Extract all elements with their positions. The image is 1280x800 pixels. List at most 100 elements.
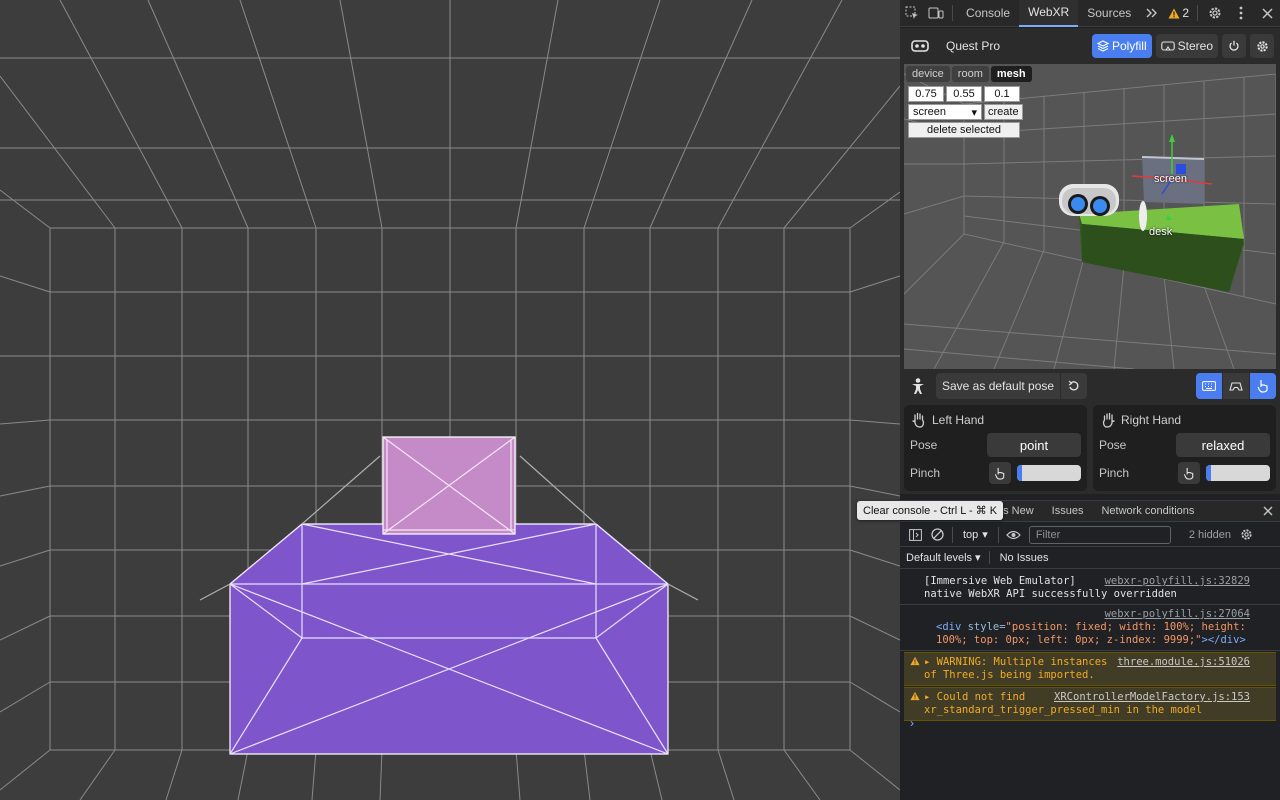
close-devtools-icon[interactable] [1254, 0, 1280, 26]
stereo-toggle-button[interactable]: Stereo [1155, 34, 1218, 58]
right-hand-title: Right Hand [1121, 413, 1182, 427]
scene-tab-room[interactable]: room [951, 66, 989, 82]
toolbar-divider [952, 526, 953, 543]
right-pinch-slider[interactable] [1206, 465, 1270, 481]
chevron-down-icon: ▾ [975, 552, 981, 564]
tab-webxr[interactable]: WebXR [1019, 0, 1079, 27]
more-options-icon[interactable] [1228, 0, 1254, 26]
close-drawer-icon[interactable] [1256, 506, 1280, 516]
mesh-height-input[interactable]: 0.55 [946, 86, 982, 102]
issues-status[interactable]: No Issues [990, 552, 1049, 564]
console-settings-gear-icon[interactable] [1235, 524, 1257, 546]
expand-triangle-icon[interactable]: ▸ [924, 656, 930, 668]
polyfill-toggle-button[interactable]: Polyfill [1091, 34, 1152, 58]
reset-icon [1068, 380, 1079, 391]
reset-pose-button[interactable] [1061, 373, 1088, 399]
delete-selected-button[interactable]: delete selected [908, 122, 1020, 138]
save-default-pose-button[interactable]: Save as default pose [936, 373, 1061, 399]
settings-gear-icon[interactable] [1202, 0, 1228, 26]
toolbar-divider [997, 526, 999, 543]
scene-tab-mesh[interactable]: mesh [990, 66, 1032, 82]
log-levels-dropdown[interactable]: Default levels ▾ [906, 551, 990, 564]
left-hand-title: Left Hand [932, 413, 985, 427]
screen-mesh-label: screen [1154, 173, 1188, 185]
console-prompt-caret[interactable]: › [910, 716, 914, 730]
tab-console[interactable]: Console [957, 0, 1019, 27]
xr-scene-preview[interactable]: device room mesh 0.75 0.55 0.1 screen ▾ … [904, 64, 1276, 369]
keyboard-mode-button[interactable] [1196, 373, 1222, 399]
devtools-toolbar: Console WebXR Sources 2 [900, 0, 1280, 27]
gamepad-icon [1229, 381, 1243, 391]
hand-pointer-icon [1257, 380, 1268, 393]
right-pinch-label: Pinch [1099, 466, 1130, 480]
warnings-counter[interactable]: 2 [1164, 6, 1193, 20]
message-source-link[interactable]: three.module.js:51026 [1117, 656, 1250, 669]
left-pinch-label: Pinch [910, 466, 941, 480]
context-value: top [963, 528, 979, 541]
console-message: webxr-polyfill.js:27064 <div style="posi… [900, 605, 1280, 651]
webxr-emulator-panel: Quest Pro Polyfill Stereo device room me… [900, 28, 1280, 494]
layers-icon [1096, 40, 1109, 52]
console-filter-input[interactable]: Filter [1028, 525, 1171, 544]
message-source-link[interactable]: XRControllerModelFactory.js:153 [1054, 691, 1250, 704]
device-name[interactable]: Quest Pro [946, 39, 1000, 53]
html-tag-close: ></div> [1201, 634, 1246, 646]
log-levels-label: Default levels [906, 551, 973, 564]
xr-device-header: Quest Pro Polyfill Stereo [900, 28, 1280, 64]
live-expression-eye-icon[interactable] [1003, 524, 1025, 546]
hand-pointer-icon [1183, 467, 1194, 480]
tab-sources[interactable]: Sources [1078, 0, 1140, 27]
pose-toolbar: Save as default pose [904, 371, 1276, 401]
chevron-down-icon: ▾ [982, 529, 988, 541]
warning-icon [910, 656, 920, 666]
mesh-width-input[interactable]: 0.75 [908, 86, 944, 102]
message-source-link[interactable]: webxr-polyfill.js:32829 [1105, 575, 1250, 588]
mesh-editor-form: 0.75 0.55 0.1 screen ▾ create delete sel… [908, 86, 1023, 140]
warning-count: 2 [1182, 6, 1189, 20]
console-toolbar: top ▾ Filter 2 hidden [900, 523, 1280, 547]
left-hand-icon [912, 412, 925, 428]
expand-triangle-icon[interactable]: ▸ [924, 691, 930, 703]
inspect-element-icon[interactable] [900, 0, 924, 26]
console-warning[interactable]: XRControllerModelFactory.js:153 ▸ Could … [904, 687, 1276, 721]
message-text: WARNING: Multiple instances of Three.js … [924, 656, 1108, 681]
scene-tabs: device room mesh [904, 64, 1034, 84]
scene-tab-device[interactable]: device [906, 66, 950, 82]
mesh-depth-input[interactable]: 0.1 [984, 86, 1020, 102]
stereo-label: Stereo [1177, 39, 1213, 53]
xr-settings-button[interactable] [1250, 34, 1274, 58]
hidden-messages-count: 2 hidden [1188, 528, 1232, 541]
power-button[interactable] [1222, 34, 1246, 58]
hand-mode-button[interactable] [1250, 373, 1276, 399]
xr-viewport[interactable] [0, 0, 900, 800]
right-hand-icon [1102, 412, 1115, 428]
right-pinch-fill [1206, 465, 1212, 481]
html-tag-open: <div [936, 621, 968, 633]
clear-console-icon[interactable] [926, 524, 948, 546]
input-mode-group [1196, 373, 1276, 399]
sidebar-toggle-icon[interactable] [904, 524, 926, 546]
warning-icon [1168, 8, 1180, 18]
create-mesh-button[interactable]: create [984, 104, 1023, 120]
context-selector[interactable]: top ▾ [957, 528, 994, 542]
drawer-tab-network-conditions[interactable]: Network conditions [1092, 500, 1203, 522]
mesh-type-select[interactable]: screen ▾ [908, 104, 982, 120]
more-tabs-icon[interactable] [1140, 0, 1164, 26]
controller-mode-button[interactable] [1223, 373, 1249, 399]
keyboard-icon [1202, 381, 1216, 391]
left-pinch-button[interactable] [989, 462, 1011, 484]
drawer-tab-issues[interactable]: Issues [1043, 500, 1093, 522]
left-pose-select[interactable]: point [987, 433, 1081, 457]
console-warning[interactable]: three.module.js:51026 ▸ WARNING: Multipl… [904, 652, 1276, 686]
warning-icon [910, 691, 920, 701]
right-pose-label: Pose [1099, 438, 1127, 452]
left-pinch-slider[interactable] [1017, 465, 1081, 481]
toolbar-divider [1197, 5, 1198, 21]
clear-console-tooltip: Clear console - Ctrl L - ⌘ K [857, 501, 1004, 520]
vr-headset-icon [906, 32, 934, 60]
right-pinch-button[interactable] [1178, 462, 1200, 484]
device-toolbar-icon[interactable] [924, 0, 948, 26]
left-pose-label: Pose [910, 438, 938, 452]
message-source-link[interactable]: webxr-polyfill.js:27064 [1105, 608, 1250, 620]
right-pose-select[interactable]: relaxed [1176, 433, 1270, 457]
